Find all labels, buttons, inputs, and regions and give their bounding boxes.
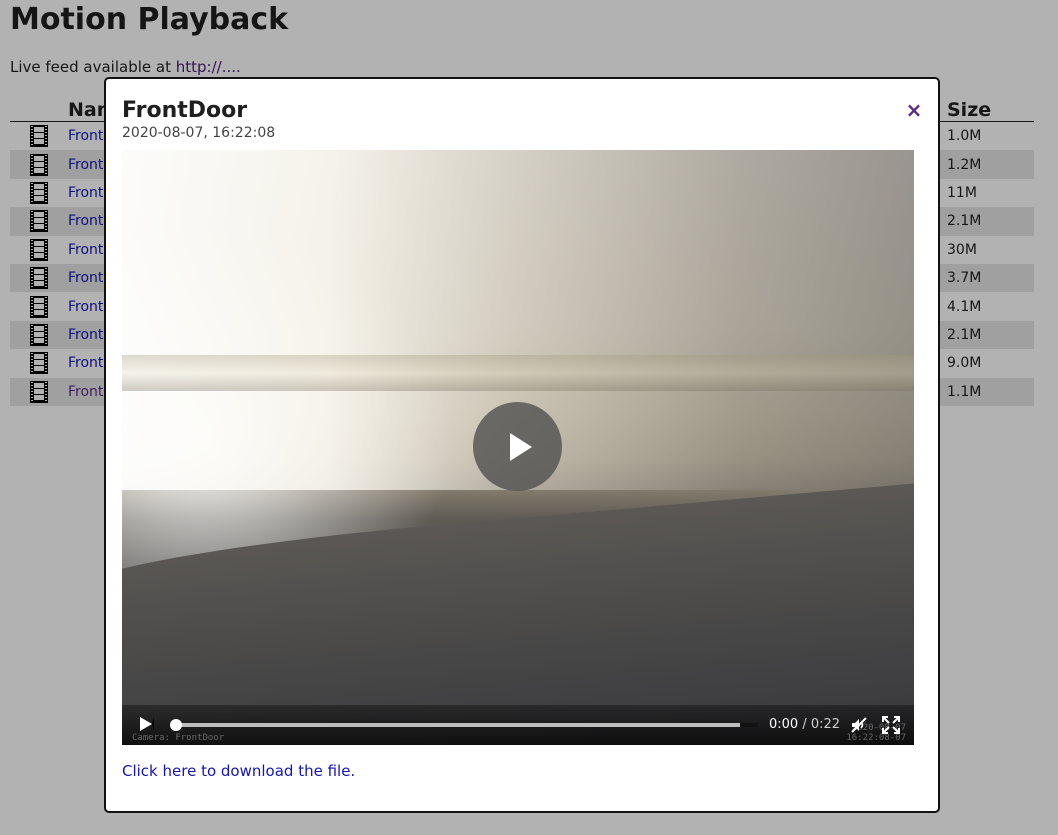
time-separator: / <box>798 717 811 732</box>
video-modal: FrontDoor 2020-08-07, 16:22:08 × 0:00 / … <box>104 77 940 813</box>
download-link[interactable]: Click here to download the file. <box>122 762 355 780</box>
close-icon[interactable]: × <box>904 99 924 121</box>
modal-title: FrontDoor <box>122 98 248 123</box>
video-overlay-camera: Camera: FrontDoor <box>132 733 225 743</box>
time-display: 0:00 / 0:22 <box>769 717 840 732</box>
video-player[interactable]: 0:00 / 0:22 Camera: FrontDoor 2020-08-07… <box>122 150 914 745</box>
modal-timestamp: 2020-08-07, 16:22:08 <box>122 125 276 141</box>
video-overlay-datetime: 2020-08-07 16:22:08-07 <box>846 723 906 743</box>
video-overlay-date: 2020-08-07 <box>851 723 906 733</box>
seek-thumb[interactable] <box>170 719 182 731</box>
video-overlay-time: 16:22:08-07 <box>846 733 906 743</box>
seek-bar[interactable] <box>176 723 758 727</box>
big-play-icon[interactable] <box>473 402 562 491</box>
play-icon[interactable] <box>140 717 154 731</box>
video-controls: 0:00 / 0:22 Camera: FrontDoor 2020-08-07… <box>122 705 914 745</box>
current-time: 0:00 <box>769 717 799 732</box>
duration: 0:22 <box>810 717 841 732</box>
seek-bar-remaining <box>740 723 758 727</box>
video-frame-ledge <box>122 355 914 391</box>
